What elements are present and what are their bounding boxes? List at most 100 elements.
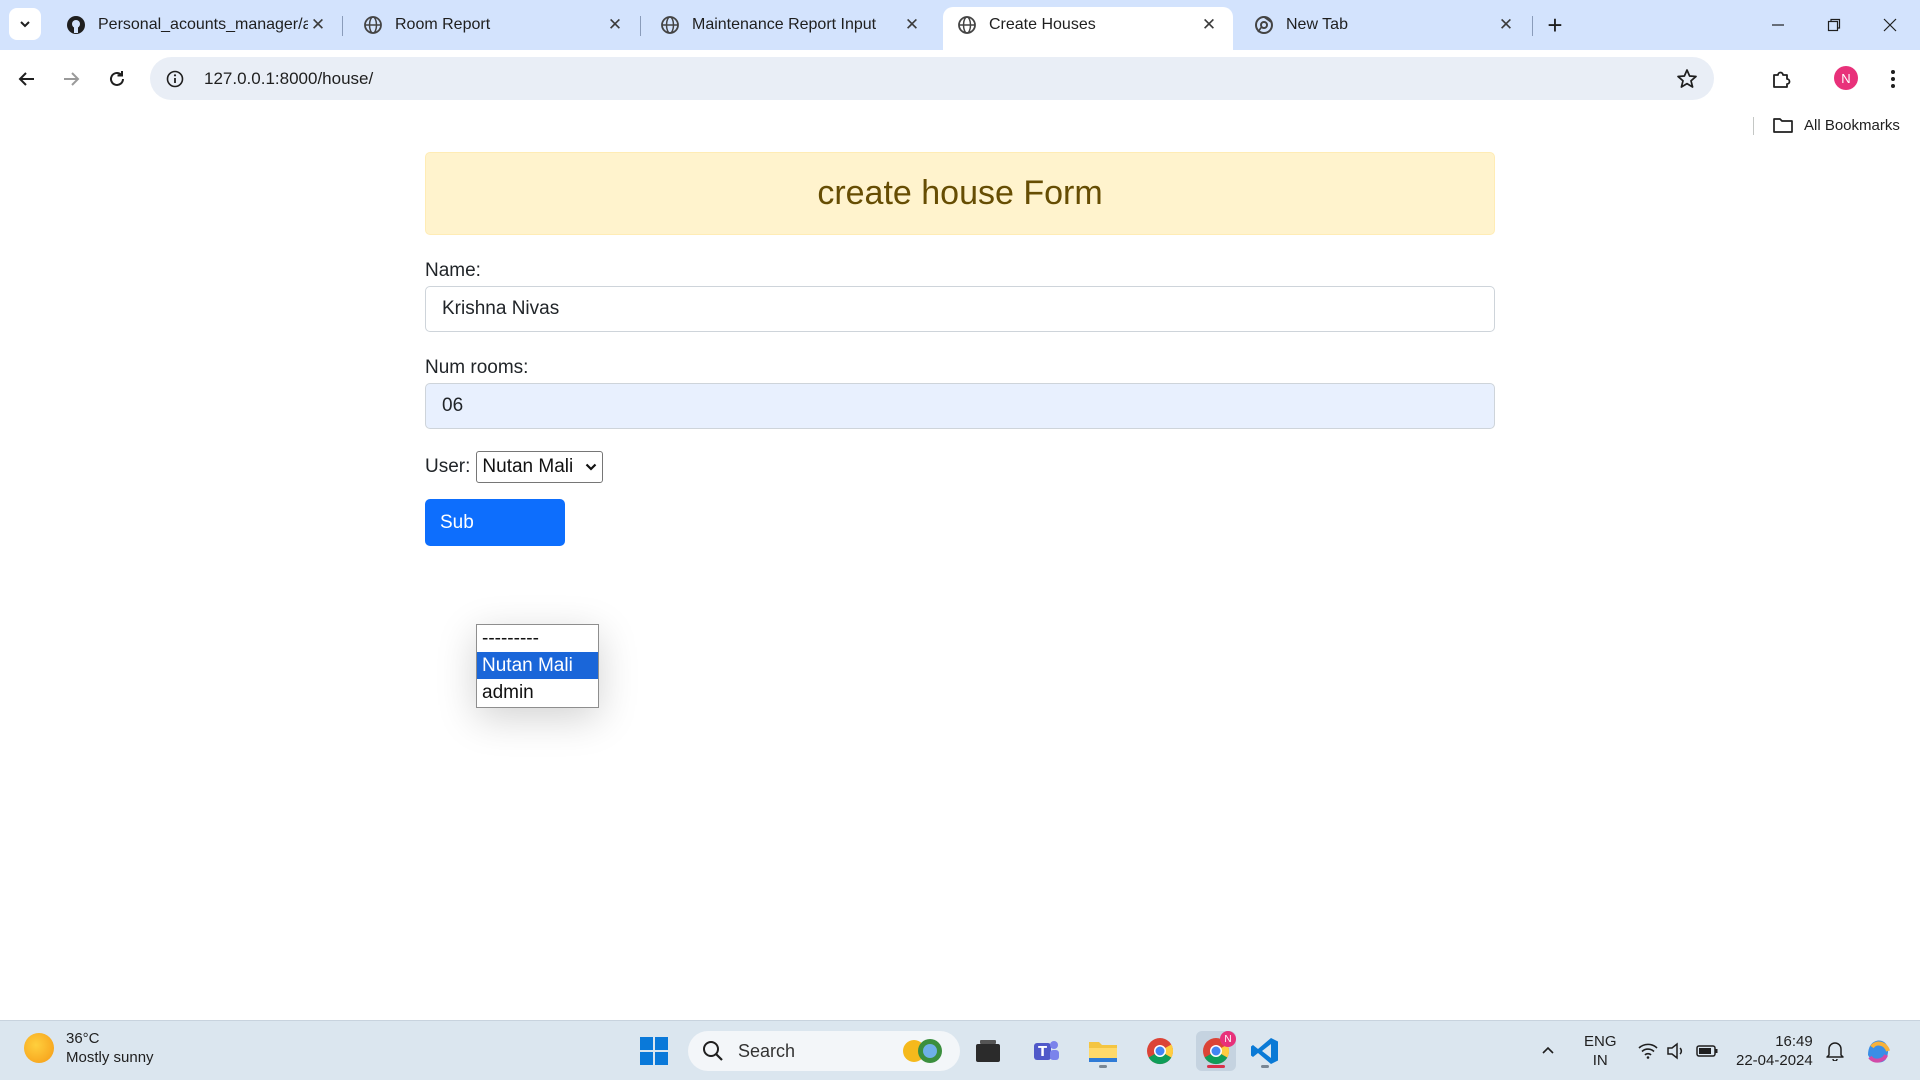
volume-button[interactable] [1666, 1021, 1686, 1080]
forward-button[interactable] [52, 60, 90, 98]
search-icon [703, 1041, 723, 1061]
teams-button[interactable]: T [1026, 1031, 1066, 1071]
tab-divider [342, 16, 343, 36]
tab-title: Room Report [395, 16, 491, 33]
search-highlight-icon [903, 1039, 942, 1063]
globe-icon [363, 15, 383, 35]
weather-widget[interactable]: 36°C Mostly sunny [24, 1029, 154, 1067]
search-placeholder: Search [738, 1040, 796, 1061]
tab-divider [1532, 16, 1533, 36]
user-select[interactable]: Nutan Mali [476, 451, 604, 483]
tab-room-report[interactable]: Room Report ✕ [349, 7, 639, 43]
bookmark-star-icon[interactable] [1674, 66, 1700, 92]
battery-button[interactable] [1696, 1021, 1718, 1080]
file-explorer-button[interactable] [1083, 1031, 1123, 1071]
browser-menu-button[interactable] [1876, 62, 1910, 96]
close-icon[interactable]: ✕ [605, 15, 625, 35]
globe-icon [957, 15, 977, 35]
copilot-button[interactable] [1862, 1021, 1894, 1080]
tab-maintenance-report[interactable]: Maintenance Report Input ✕ [646, 7, 936, 43]
network-button[interactable] [1638, 1021, 1658, 1080]
forward-arrow-icon [64, 72, 80, 86]
running-indicator [1261, 1065, 1269, 1068]
folder-icon [1089, 1042, 1117, 1062]
num-rooms-field[interactable]: 06 [425, 383, 1495, 429]
back-arrow-icon [18, 72, 34, 86]
user-select-dropdown: --------- Nutan Mali admin [476, 624, 599, 708]
minimize-button[interactable] [1750, 0, 1806, 50]
tab-github[interactable]: Personal_acounts_manager/ap ✕ [52, 7, 342, 43]
submit-button[interactable]: Sub [425, 499, 565, 546]
close-icon[interactable]: ✕ [902, 15, 922, 35]
close-icon[interactable]: ✕ [1496, 15, 1516, 35]
chrome-button[interactable] [1140, 1031, 1180, 1071]
close-window-button[interactable] [1862, 0, 1918, 50]
site-info-icon[interactable] [164, 68, 186, 90]
tab-title: New Tab [1286, 16, 1348, 33]
reload-icon [110, 71, 124, 86]
tab-title: Personal_acounts_manager/ap [98, 16, 308, 33]
wifi-icon [1638, 1043, 1658, 1059]
tab-new-tab[interactable]: New Tab ✕ [1240, 7, 1530, 43]
language-code: ENG [1584, 1033, 1617, 1050]
chrome-profile-badge: N [1220, 1031, 1236, 1047]
weather-description: Mostly sunny [66, 1049, 154, 1066]
language-region: IN [1592, 1052, 1608, 1069]
profile-avatar[interactable]: N [1834, 66, 1858, 90]
create-house-form: create house Form Name: Krishna Nivas Nu… [425, 152, 1495, 546]
show-hidden-icons-button[interactable] [1540, 1021, 1556, 1080]
user-option-admin[interactable]: admin [477, 679, 598, 706]
more-vertical-icon [1891, 70, 1895, 88]
windows-logo-icon [640, 1037, 668, 1065]
name-field[interactable]: Krishna Nivas [425, 286, 1495, 332]
page-content: create house Form Name: Krishna Nivas Nu… [0, 142, 1920, 1020]
svg-text:T: T [1038, 1045, 1047, 1060]
url-text[interactable]: 127.0.0.1:8000/house/ [204, 69, 373, 89]
language-indicator[interactable]: ENG IN [1584, 1032, 1617, 1070]
address-bar[interactable]: 127.0.0.1:8000/house/ [150, 57, 1714, 100]
task-view-button[interactable] [968, 1031, 1008, 1071]
tab-title: Maintenance Report Input [692, 16, 877, 33]
chevron-up-icon [1542, 1046, 1554, 1054]
task-view-icon [976, 1040, 1000, 1062]
tab-create-houses[interactable]: Create Houses ✕ [943, 7, 1233, 50]
folder-icon [1773, 118, 1793, 133]
reload-button[interactable] [98, 60, 136, 98]
running-indicator [1207, 1065, 1225, 1068]
copilot-icon [1868, 1040, 1890, 1063]
taskbar-search[interactable]: Search [688, 1031, 960, 1071]
bookmarks-bar: All Bookmarks [0, 108, 1920, 142]
system-clock[interactable]: 16:49 22-04-2024 [1736, 1032, 1813, 1070]
vscode-button[interactable] [1245, 1031, 1285, 1071]
extensions-button[interactable] [1764, 62, 1798, 96]
close-icon[interactable]: ✕ [1199, 15, 1219, 35]
restore-button[interactable] [1806, 0, 1862, 50]
user-label: User: [425, 456, 471, 477]
start-button[interactable] [634, 1031, 674, 1071]
back-button[interactable] [8, 60, 46, 98]
user-option-nutan-mali[interactable]: Nutan Mali [477, 652, 598, 679]
notifications-button[interactable] [1826, 1021, 1844, 1080]
plus-icon: + [1547, 9, 1563, 40]
new-tab-button[interactable]: + [1540, 10, 1570, 40]
name-label: Name: [425, 260, 481, 281]
clock-date: 22-04-2024 [1736, 1052, 1813, 1069]
browser-toolbar: 127.0.0.1:8000/house/ [0, 50, 1920, 108]
battery-icon [1696, 1045, 1718, 1057]
windows-taskbar: 36°C Mostly sunny Search T N ENG IN 16:4… [0, 1020, 1920, 1080]
all-bookmarks-label: All Bookmarks [1804, 116, 1900, 134]
tab-strip: Personal_acounts_manager/ap ✕ Room Repor… [0, 0, 1920, 50]
close-icon[interactable]: ✕ [308, 15, 328, 35]
user-option-empty[interactable]: --------- [477, 625, 598, 652]
puzzle-icon [1773, 71, 1791, 88]
bookmarks-divider [1753, 117, 1754, 135]
user-row: User: Nutan Mali [425, 451, 1495, 483]
chevron-down-icon [20, 21, 30, 28]
tab-search-button[interactable] [9, 8, 41, 40]
chrome-profile-button[interactable]: N [1196, 1031, 1236, 1071]
all-bookmarks-button[interactable]: All Bookmarks [1772, 114, 1900, 136]
github-icon [66, 15, 86, 35]
globe-icon [660, 15, 680, 35]
chrome-icon [1254, 15, 1274, 35]
bell-icon [1826, 1042, 1844, 1061]
